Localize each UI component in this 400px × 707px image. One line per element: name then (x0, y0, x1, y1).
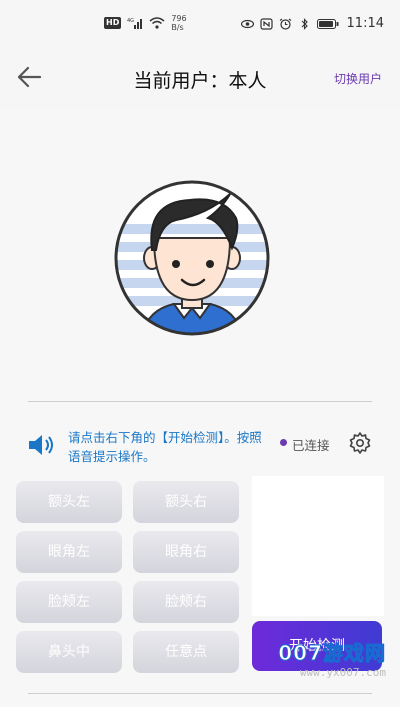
bluetooth-icon (301, 17, 308, 30)
hd-badge: HD (104, 17, 122, 29)
point-button-eye-corner-left[interactable]: 眼角左 (16, 531, 122, 573)
alarm-icon (279, 18, 291, 30)
status-bar: HD 4G 796 B/s 11:14 (0, 0, 400, 50)
main-content: 请点击右下角的【开始检测】。按照语音提示操作。 已连接 额头左 额头右 眼角左 … (0, 108, 400, 707)
connection-status: 已连接 (292, 438, 330, 453)
divider (28, 401, 372, 402)
eye-icon (240, 19, 254, 28)
svg-text:4G: 4G (127, 18, 134, 24)
speaker-icon (29, 435, 53, 455)
point-button-nose-center[interactable]: 鼻头中 (16, 631, 122, 673)
point-button-any-point[interactable]: 任意点 (133, 631, 239, 673)
switch-user-link[interactable]: 切换用户 (334, 70, 382, 87)
watermark: 007游戏网 www.yx007.com (278, 637, 386, 680)
nfc-icon (259, 17, 273, 30)
wifi-icon (149, 17, 165, 29)
gear-icon (349, 432, 371, 454)
connection-dot (280, 439, 287, 446)
status-right: 11:14 (240, 16, 384, 31)
watermark-title: 007游戏网 (278, 641, 386, 666)
header: 当前用户：本人 切换用户 (0, 50, 400, 108)
divider (28, 693, 372, 694)
status-left: HD 4G 796 B/s (104, 14, 187, 32)
hint-row: 请点击右下角的【开始检测】。按照语音提示操作。 已连接 (26, 426, 376, 466)
point-button-forehead-left[interactable]: 额头左 (16, 481, 122, 523)
settings-button[interactable] (348, 431, 372, 455)
avatar (114, 180, 270, 336)
point-button-cheek-right[interactable]: 脸颊右 (133, 581, 239, 623)
signal-icon: 4G (127, 18, 143, 29)
point-button-eye-corner-right[interactable]: 眼角右 (133, 531, 239, 573)
point-button-cheek-left[interactable]: 脸颊左 (16, 581, 122, 623)
battery-icon (316, 18, 339, 29)
point-button-forehead-right[interactable]: 额头右 (133, 481, 239, 523)
hint-text: 请点击右下角的【开始检测】。按照语音提示操作。 (68, 430, 262, 464)
watermark-url: www.yx007.com (299, 666, 386, 679)
preview-panel (252, 476, 384, 616)
net-speed: 796 B/s (171, 14, 187, 32)
status-time: 11:14 (346, 16, 384, 31)
